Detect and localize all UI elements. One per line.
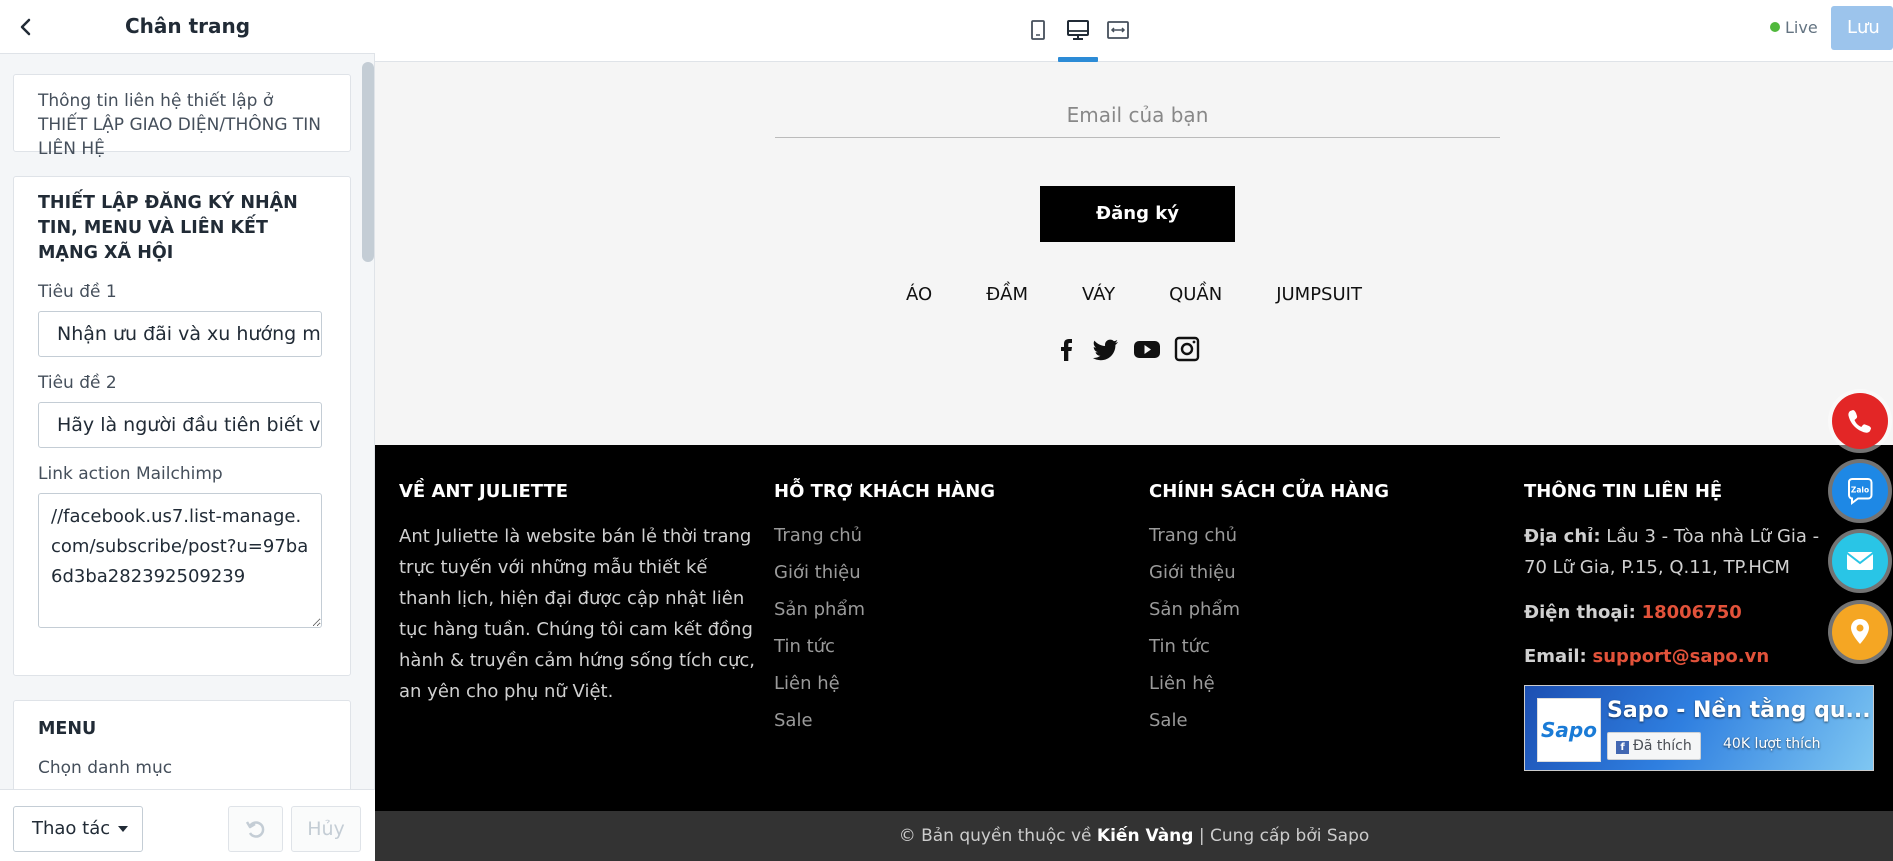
youtube-icon[interactable]: [1130, 332, 1164, 366]
mailchimp-textarea[interactable]: //facebook.us7.list-manage.com/subscribe…: [38, 493, 322, 628]
support-link[interactable]: Giới thiệu: [774, 562, 861, 583]
title1-input[interactable]: Nhận ưu đãi và xu hướng m: [38, 311, 322, 357]
floating-zalo-button[interactable]: Zalo: [1832, 463, 1888, 519]
editor-sidebar: Chân trang Thông tin liên hệ thiết lập ở…: [0, 0, 375, 861]
facebook-small-icon: f: [1616, 741, 1629, 754]
policy-title: CHÍNH SÁCH CỬA HÀNG: [1149, 481, 1390, 502]
sidebar-footer: Thao tác Hủy: [0, 789, 375, 861]
title2-label: Tiêu đề 2: [38, 373, 117, 393]
copyright-brand: Kiến Vàng: [1096, 826, 1194, 846]
email-label: Email:: [1524, 646, 1587, 667]
newsletter-settings-heading: THIẾT LẬP ĐĂNG KÝ NHẬN TIN, MENU VÀ LIÊN…: [38, 193, 298, 263]
policy-link[interactable]: Giới thiệu: [1149, 562, 1236, 583]
desktop-icon[interactable]: [1064, 16, 1092, 44]
copyright-suffix: | Cung cấp bởi Sapo: [1193, 826, 1370, 846]
caret-down-icon: [118, 826, 129, 832]
email-link[interactable]: support@sapo.vn: [1592, 646, 1769, 667]
policy-link[interactable]: Sản phẩm: [1149, 599, 1240, 620]
copyright-prefix: © Bản quyền thuộc về: [898, 826, 1097, 846]
sidebar-title: Chân trang: [124, 14, 251, 38]
support-link[interactable]: Sản phẩm: [774, 599, 865, 620]
phone-link[interactable]: 18006750: [1642, 602, 1742, 623]
support-title: HỖ TRỢ KHÁCH HÀNG: [774, 481, 996, 502]
undo-button[interactable]: [228, 806, 283, 852]
contact-info-note: Thông tin liên hệ thiết lập ở THIẾT LẬP …: [13, 74, 351, 159]
policy-link[interactable]: Liên hệ: [1149, 673, 1215, 694]
chevron-left-icon[interactable]: [14, 14, 38, 40]
twitter-icon[interactable]: [1090, 332, 1124, 366]
phone-label: Điện thoại:: [1524, 602, 1636, 623]
theme-preview: Email của bạn Đăng ký ÁO ĐẦM VÁY QUẦN JU…: [375, 62, 1893, 861]
support-link[interactable]: Trang chủ: [774, 525, 862, 546]
svg-text:Zalo: Zalo: [1851, 486, 1869, 495]
newsletter-settings-card: THIẾT LẬP ĐĂNG KÝ NHẬN TIN, MENU VÀ LIÊN…: [13, 176, 351, 676]
fullwidth-icon[interactable]: [1104, 16, 1132, 44]
phone-icon: [1848, 410, 1871, 433]
contact-title: THÔNG TIN LIÊN HỆ: [1524, 481, 1723, 502]
newsletter-email-input[interactable]: Email của bạn: [775, 92, 1500, 138]
save-button[interactable]: Lưu: [1831, 6, 1893, 50]
copyright-bar: © Bản quyền thuộc về Kiến Vàng | Cung cấ…: [375, 811, 1893, 861]
menu-item-jumpsuit[interactable]: JUMPSUIT: [1249, 284, 1389, 305]
footer-menu: ÁO ĐẦM VÁY QUẦN JUMPSUIT: [375, 284, 1893, 305]
fb-page-name[interactable]: Sapo - Nền tằng qu...: [1607, 698, 1871, 723]
menu-item-quan[interactable]: QUẦN: [1142, 284, 1249, 305]
floating-map-button[interactable]: [1832, 604, 1888, 660]
actions-dropdown-button[interactable]: Thao tác: [13, 806, 143, 852]
title2-input[interactable]: Hãy là người đầu tiên biết v: [38, 402, 322, 448]
menu-item-dam[interactable]: ĐẦM: [959, 284, 1055, 305]
undo-icon: [245, 821, 264, 838]
menu-settings-card: MENU Chọn danh mục: [13, 700, 351, 789]
about-title: VỀ ANT JULIETTE: [399, 481, 569, 502]
fb-like-label: Đã thích: [1633, 738, 1692, 754]
title1-label: Tiêu đề 1: [38, 282, 117, 302]
contact-phone: Điện thoại: 18006750: [1524, 597, 1844, 628]
sidebar-header: Chân trang: [0, 0, 375, 54]
subscribe-button[interactable]: Đăng ký: [1040, 186, 1235, 242]
cancel-button[interactable]: Hủy: [291, 806, 361, 852]
menu-item-vay[interactable]: VÁY: [1055, 284, 1142, 305]
sidebar-scroll-area: Thông tin liên hệ thiết lập ở THIẾT LẬP …: [0, 54, 375, 789]
zalo-icon: Zalo: [1848, 478, 1873, 505]
support-link[interactable]: Liên hệ: [774, 673, 840, 694]
facebook-page-widget[interactable]: Sapo Sapo - Nền tằng qu... f Đã thích 40K…: [1524, 685, 1874, 771]
live-dot-icon: [1770, 21, 1780, 32]
contact-email: Email: support@sapo.vn: [1524, 641, 1844, 672]
address-label: Địa chỉ:: [1524, 526, 1601, 547]
facebook-icon[interactable]: [1050, 332, 1084, 366]
menu-category-label: Chọn danh mục: [38, 758, 173, 778]
store-footer: VỀ ANT JULIETTE Ant Juliette là website …: [375, 445, 1893, 811]
fb-like-button[interactable]: f Đã thích: [1607, 732, 1701, 760]
mail-icon: [1846, 552, 1874, 570]
floating-phone-button[interactable]: [1832, 393, 1888, 449]
sapo-logo: Sapo: [1537, 698, 1601, 762]
sidebar-scrollbar[interactable]: [362, 62, 374, 262]
contact-address: Địa chỉ: Lầu 3 - Tòa nhà Lữ Gia - 70 Lữ …: [1524, 521, 1844, 583]
actions-label: Thao tác: [32, 818, 111, 839]
fb-like-count: 40K lượt thích: [1723, 736, 1821, 752]
menu-heading: MENU: [38, 719, 97, 739]
floating-mail-button[interactable]: [1832, 533, 1888, 589]
policy-link[interactable]: Sale: [1149, 710, 1188, 731]
policy-link[interactable]: Trang chủ: [1149, 525, 1237, 546]
about-text: Ant Juliette là website bán lẻ thời tran…: [399, 526, 755, 702]
live-label: Live: [1785, 18, 1818, 37]
menu-item-ao[interactable]: ÁO: [879, 284, 959, 305]
live-status: Live: [1770, 18, 1818, 37]
support-link[interactable]: Sale: [774, 710, 813, 731]
mobile-icon[interactable]: [1024, 16, 1052, 44]
policy-link[interactable]: Tin tức: [1149, 636, 1210, 657]
map-pin-icon: [1851, 619, 1869, 644]
instagram-icon[interactable]: [1170, 332, 1204, 366]
social-links: [1050, 332, 1240, 368]
support-link[interactable]: Tin tức: [774, 636, 835, 657]
mailchimp-label: Link action Mailchimp: [38, 464, 223, 484]
preview-toolbar: Live Lưu: [375, 0, 1893, 62]
